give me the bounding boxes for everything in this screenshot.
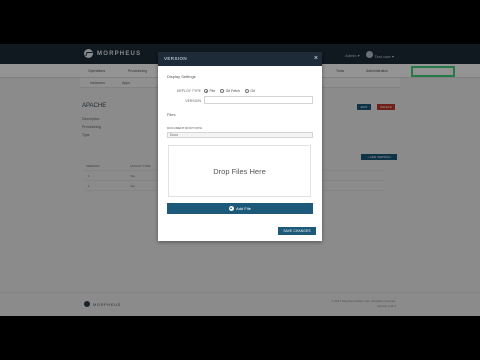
modal-title: VERSION [164, 56, 188, 61]
modal-header: VERSION × [158, 52, 322, 66]
deploy-type-radios: File Git Fetch Git [204, 89, 255, 93]
radio-icon [220, 89, 225, 93]
save-changes-button[interactable]: SAVE CHANGES [278, 227, 316, 235]
upload-icon [229, 206, 235, 211]
radio-selected-icon [204, 89, 208, 93]
file-dropzone[interactable]: Drop Files Here [168, 145, 311, 197]
files-heading: Files [167, 112, 176, 117]
add-file-label: Add File [236, 206, 251, 211]
deploy-type-label: DEPLOY TYPE [176, 89, 201, 93]
close-icon[interactable]: × [314, 54, 318, 63]
deploy-option-git-fetch[interactable]: Git Fetch [220, 89, 240, 93]
drop-files-text: Drop Files Here [213, 166, 266, 176]
deploy-option-git[interactable]: Git [244, 89, 255, 93]
version-input[interactable] [204, 96, 313, 104]
deploy-option-file[interactable]: File [204, 89, 215, 93]
upload-path-select[interactable]: Docs [167, 132, 313, 138]
version-modal: VERSION × Display Settings DEPLOY TYPE F… [158, 52, 322, 241]
radio-icon [244, 89, 249, 93]
version-label: VERSION [185, 99, 201, 103]
display-settings-heading: Display Settings [167, 74, 196, 79]
add-file-button[interactable]: Add File [167, 203, 313, 214]
app-screen: MORPHEUS Admin ▾ Test user ▾ Operations … [0, 44, 480, 316]
upload-path-label: DOCUMENT ROOT PATH [167, 126, 203, 130]
